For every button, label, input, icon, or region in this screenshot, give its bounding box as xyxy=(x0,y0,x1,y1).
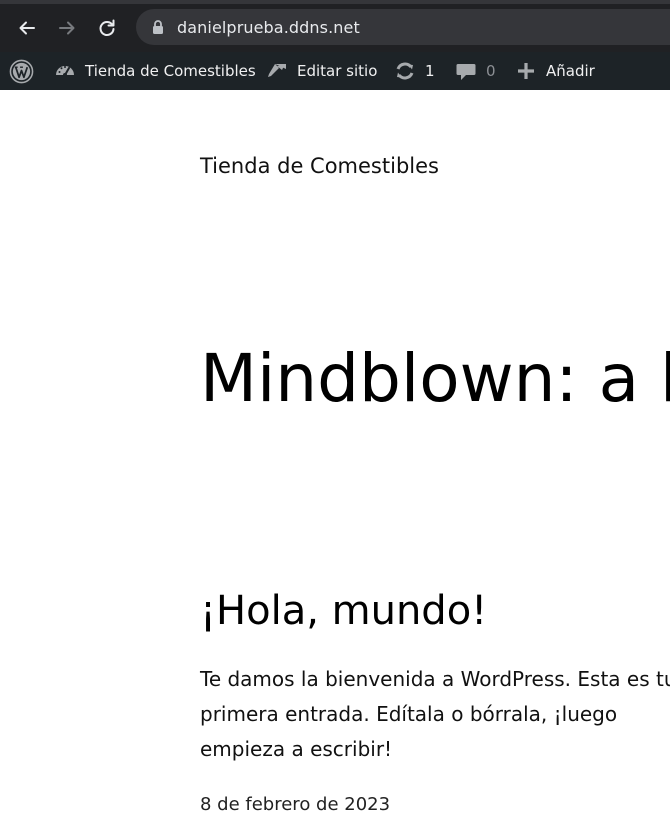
edit-site-label: Editar sitio xyxy=(297,62,378,80)
lock-icon xyxy=(153,20,163,34)
reload-icon xyxy=(99,19,115,36)
brush-icon xyxy=(266,60,288,82)
plus-icon xyxy=(515,60,537,82)
post-excerpt: Te damos la bienvenida a WordPress. Esta… xyxy=(200,662,670,767)
add-new-label: Añadir xyxy=(546,62,595,80)
reload-button[interactable] xyxy=(93,14,121,42)
url-text: danielprueba.ddns.net xyxy=(177,18,360,37)
updates-icon xyxy=(394,60,416,82)
excerpt-line: empieza a escribir! xyxy=(200,737,393,761)
comments-link[interactable]: 0 xyxy=(455,52,496,90)
arrow-right-icon xyxy=(59,21,75,35)
back-button[interactable] xyxy=(13,14,41,42)
post-date: 8 de febrero de 2023 xyxy=(200,794,391,815)
wp-admin-bar: Tienda de Comestibles Editar sitio 1 0 A… xyxy=(0,52,670,90)
add-new-menu[interactable]: Añadir xyxy=(515,52,595,90)
comment-bubble-icon xyxy=(455,60,477,82)
comments-count: 0 xyxy=(486,62,496,80)
excerpt-line: primera entrada. Edítala o bórrala, ¡lue… xyxy=(200,702,618,726)
updates-count: 1 xyxy=(425,62,435,80)
excerpt-line: Te damos la bienvenida a WordPress. Esta… xyxy=(200,667,670,691)
updates-link[interactable]: 1 xyxy=(394,52,435,90)
hero-heading: Mindblown: a b xyxy=(200,340,670,417)
edit-site-link[interactable]: Editar sitio xyxy=(266,52,377,90)
address-bar[interactable]: danielprueba.ddns.net xyxy=(136,9,670,45)
arrow-left-icon xyxy=(19,21,35,35)
forward-button[interactable] xyxy=(53,14,81,42)
dashboard-icon xyxy=(54,60,76,82)
site-name-label: Tienda de Comestibles xyxy=(85,62,256,80)
post-title-link[interactable]: ¡Hola, mundo! xyxy=(200,588,487,634)
browser-toolbar: danielprueba.ddns.net xyxy=(0,0,670,52)
wordpress-menu[interactable] xyxy=(9,52,34,90)
site-name-menu[interactable]: Tienda de Comestibles xyxy=(54,52,256,90)
wordpress-logo-icon xyxy=(9,59,34,83)
site-title-link[interactable]: Tienda de Comestibles xyxy=(200,154,439,178)
